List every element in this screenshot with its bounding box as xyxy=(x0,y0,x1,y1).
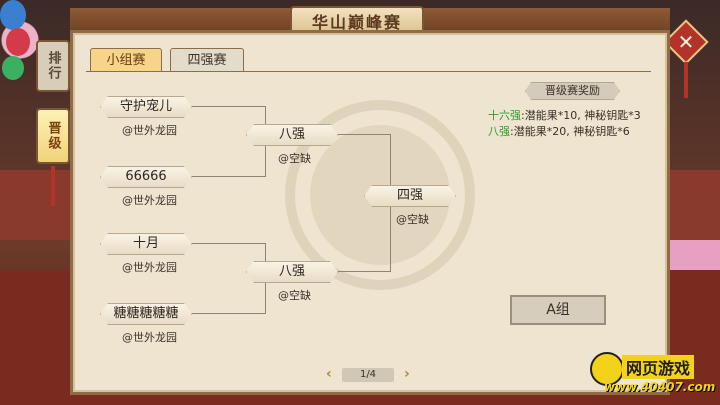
bracket-line xyxy=(192,106,266,107)
bracket-quarterfinal-slot[interactable]: 八强 xyxy=(246,261,338,283)
group-select-button[interactable]: A组 xyxy=(510,295,606,325)
watermark-url: www.40407.com xyxy=(604,380,716,394)
side-tab-promotion[interactable]: 晋级 xyxy=(36,108,70,164)
bracket-line xyxy=(338,271,390,272)
tassel-decoration xyxy=(51,166,55,206)
tab-divider xyxy=(86,71,651,72)
reward-line: 八强:潜能果*20, 神秘钥匙*6 xyxy=(488,123,630,139)
tab-group-stage[interactable]: 小组赛 xyxy=(90,48,162,72)
bracket-player-slot[interactable]: 糖糖糖糖糖 xyxy=(100,303,192,325)
bracket-line xyxy=(192,176,266,177)
watermark-text: 网页游戏 xyxy=(622,355,695,379)
bracket-player-slot[interactable]: 十月 xyxy=(100,233,192,255)
player-guild: @世外龙园 xyxy=(122,331,177,344)
bracket-line xyxy=(338,134,390,135)
player-guild: @世外龙园 xyxy=(122,261,177,274)
balloon-decoration xyxy=(6,28,30,56)
balloon-decoration xyxy=(2,56,24,80)
bracket-line xyxy=(192,313,266,314)
next-page-arrow-icon[interactable]: › xyxy=(404,366,410,382)
bracket-player-slot[interactable]: 66666 xyxy=(100,166,192,188)
side-tab-ranking[interactable]: 排行 xyxy=(36,40,70,92)
balloon-decoration xyxy=(0,0,26,30)
reward-tier: 八强 xyxy=(488,125,510,138)
close-icon: ✕ xyxy=(677,30,695,54)
tassel-decoration xyxy=(684,62,688,98)
reward-tier: 十六强 xyxy=(488,109,521,122)
bracket-line xyxy=(192,243,266,244)
player-guild: @世外龙园 xyxy=(122,124,177,137)
tab-top-four[interactable]: 四强赛 xyxy=(170,48,244,72)
bracket-player-slot[interactable]: 守护宠儿 xyxy=(100,96,192,118)
slot-status: @空缺 xyxy=(396,213,429,226)
reward-items: :潜能果*20, 神秘钥匙*6 xyxy=(510,125,630,138)
slot-status: @空缺 xyxy=(278,152,311,165)
reward-line: 十六强:潜能果*10, 神秘钥匙*3 xyxy=(488,107,641,123)
player-guild: @世外龙园 xyxy=(122,194,177,207)
page-indicator: 1/4 xyxy=(342,368,394,382)
prev-page-arrow-icon[interactable]: ‹ xyxy=(326,366,332,382)
reward-items: :潜能果*10, 神秘钥匙*3 xyxy=(521,109,641,122)
reward-title: 晋级赛奖励 xyxy=(525,82,620,100)
slot-status: @空缺 xyxy=(278,289,311,302)
bracket-semifinal-slot[interactable]: 四强 xyxy=(364,185,456,207)
bracket-quarterfinal-slot[interactable]: 八强 xyxy=(246,124,338,146)
